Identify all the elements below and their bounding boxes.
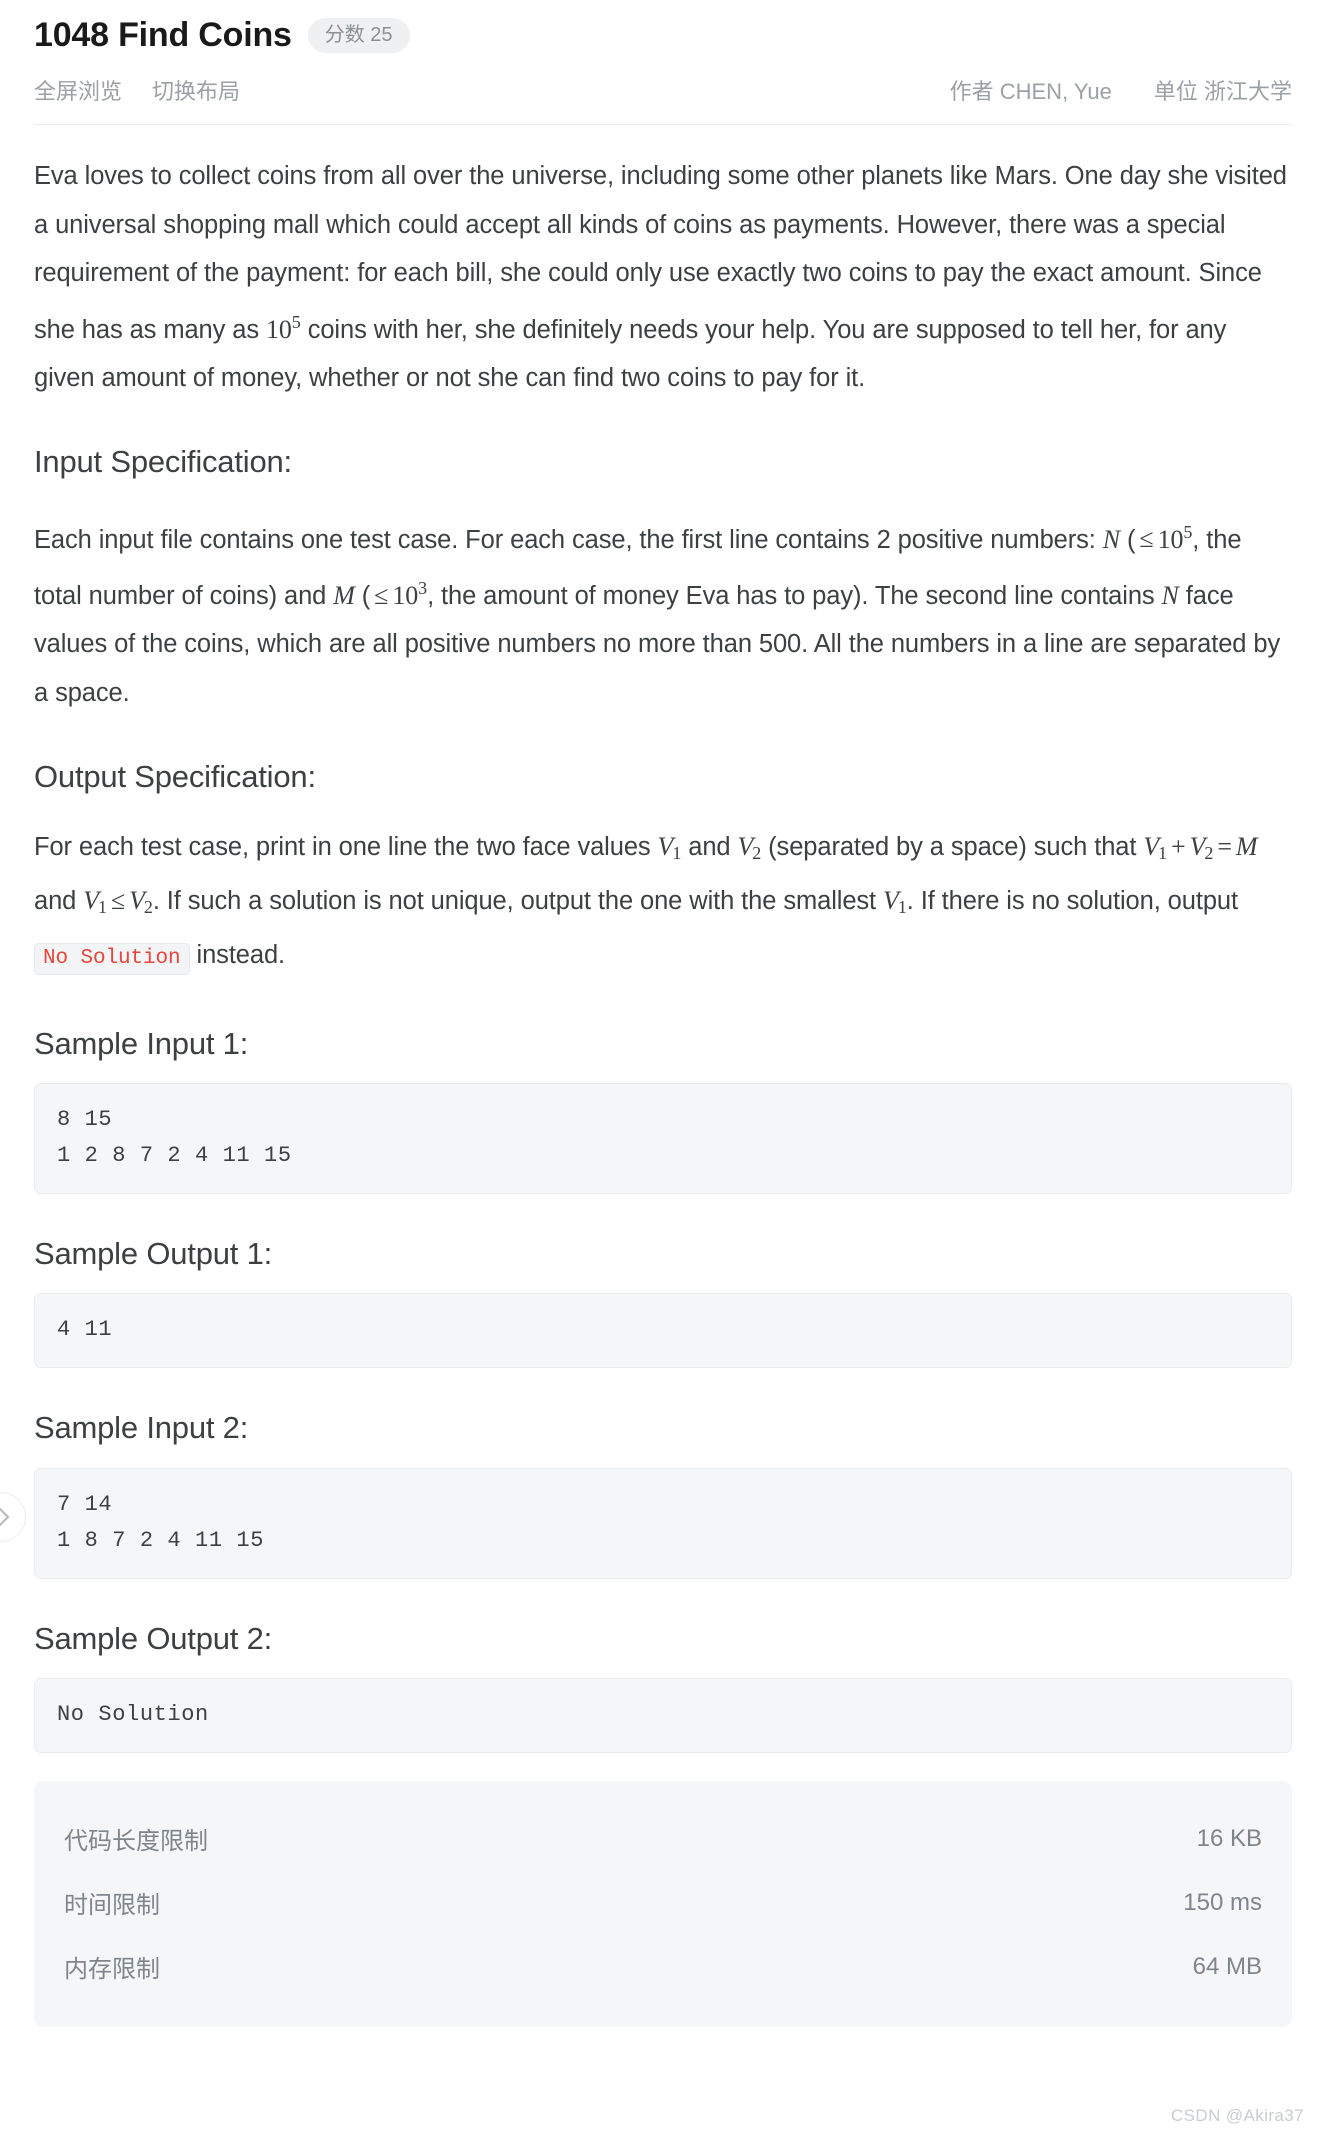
limit-row-time: 时间限制 150 ms <box>64 1871 1262 1935</box>
output-text-7: instead. <box>189 941 286 970</box>
output-text-6: . If there is no solution, output <box>906 887 1238 915</box>
math-var-n: N <box>1102 524 1121 554</box>
math-var-m-out: M <box>1235 831 1258 861</box>
math-base-2: 10 <box>392 580 419 610</box>
score-label: 分数 <box>324 23 365 46</box>
math-le-out: ≤ <box>110 886 126 915</box>
page-title: 1048 Find Coins <box>34 15 292 54</box>
output-text-5: . If such a solution is not unique, outp… <box>152 887 884 915</box>
sample-input-2-code: 7 14 1 8 7 2 4 11 15 <box>34 1467 1292 1579</box>
math-le-2: ≤ <box>374 580 389 610</box>
math-v2-sub-a: 2 <box>752 842 762 863</box>
math-var-n-2: N <box>1161 580 1179 610</box>
math-var-m: M <box>333 580 355 610</box>
page-header: 1048 Find Coins 分数 25 全屏浏览 切换布局 作者 CHEN,… <box>0 0 1326 118</box>
sample-output-1-code: 4 11 <box>34 1293 1292 1369</box>
organization-label: 单位 <box>1153 79 1198 104</box>
math-v2-sub-b: 2 <box>1204 842 1214 863</box>
limit-value-code-length: 16 KB <box>1196 1824 1262 1852</box>
description-paragraph: Eva loves to collect coins from all over… <box>34 152 1292 402</box>
author-label: 作者 <box>949 79 994 104</box>
output-text-4: and <box>34 887 84 915</box>
math-power-base: 10 <box>265 314 292 344</box>
math-v1-sub-c: 1 <box>98 896 107 917</box>
organization-name: 浙江大学 <box>1203 79 1292 104</box>
math-v1-a: V <box>657 831 674 861</box>
watermark: CSDN @Akira37 <box>1171 2106 1304 2125</box>
sample-output-2-code: No Solution <box>34 1677 1292 1753</box>
math-v1-c: V <box>83 886 100 915</box>
score-value: 25 <box>370 23 393 46</box>
math-equals: = <box>1217 831 1232 861</box>
input-specification-paragraph: Each input file contains one test case. … <box>34 508 1292 718</box>
limit-row-code-length: 代码长度限制 16 KB <box>64 1807 1262 1871</box>
output-specification-paragraph: For each test case, print in one line th… <box>34 823 1292 984</box>
meta-row: 全屏浏览 切换布局 作者 CHEN, Yue 单位 浙江大学 <box>34 62 1292 118</box>
math-exp-1: 5 <box>1183 521 1193 542</box>
output-text-3: (separated by a space) such that <box>761 832 1144 861</box>
input-specification-heading: Input Specification: <box>34 444 292 480</box>
math-v2-sub-c: 2 <box>143 896 153 917</box>
score-badge: 分数 25 <box>307 17 410 53</box>
math-v1-b: V <box>1143 831 1160 861</box>
limit-label-memory: 内存限制 <box>64 1956 160 1984</box>
math-v1-sub-b: 1 <box>1158 842 1168 863</box>
sample-output-1-heading: Sample Output 1: <box>34 1236 273 1272</box>
math-v1-sub-a: 1 <box>672 842 682 863</box>
chevron-right-icon <box>0 1506 13 1528</box>
limit-row-memory: 内存限制 64 MB <box>64 1935 1262 1999</box>
limit-label-code-length: 代码长度限制 <box>64 1828 208 1856</box>
math-v1-sub-d: 1 <box>897 896 907 917</box>
author-info: 作者 CHEN, Yue <box>950 74 1112 106</box>
limit-label-time: 时间限制 <box>64 1892 160 1920</box>
math-exp-2: 3 <box>418 577 428 598</box>
limits-panel: 代码长度限制 16 KB 时间限制 150 ms 内存限制 64 MB <box>34 1780 1292 2027</box>
math-power-exponent: 5 <box>291 311 301 332</box>
header-divider <box>34 124 1292 125</box>
limit-value-memory: 64 MB <box>1192 1952 1262 1980</box>
title-row: 1048 Find Coins 分数 25 <box>34 8 1292 62</box>
output-specification-heading: Output Specification: <box>34 759 316 795</box>
inline-code-no-solution: No Solution <box>34 943 190 976</box>
math-base-1: 10 <box>1157 524 1184 554</box>
sample-output-2-heading: Sample Output 2: <box>34 1620 273 1656</box>
math-v1-d: V <box>883 886 899 915</box>
sample-input-1-heading: Sample Input 1: <box>34 1025 249 1061</box>
output-text-1: For each test case, print in one line th… <box>34 832 658 861</box>
author-name: CHEN, Yue <box>999 79 1112 104</box>
problem-content: Eva loves to collect coins from all over… <box>0 152 1326 2027</box>
math-le-1: ≤ <box>1139 524 1154 554</box>
math-plus: + <box>1171 831 1186 861</box>
sample-input-2-heading: Sample Input 2: <box>34 1410 249 1446</box>
math-v2-c: V <box>129 886 145 915</box>
attribution: 作者 CHEN, Yue 单位 浙江大学 <box>950 74 1292 106</box>
organization-info: 单位 浙江大学 <box>1154 74 1292 106</box>
toggle-layout-link[interactable]: 切换布局 <box>152 74 240 106</box>
output-text-2: and <box>681 832 738 861</box>
math-v2-a: V <box>737 831 754 861</box>
input-text-1: Each input file contains one test case. … <box>34 525 1103 554</box>
fullscreen-browse-link[interactable]: 全屏浏览 <box>34 74 122 106</box>
limit-value-time: 150 ms <box>1183 1888 1262 1916</box>
input-text-2: ( <box>1120 525 1136 554</box>
view-options: 全屏浏览 切换布局 <box>34 74 240 106</box>
sample-input-1-code: 8 15 1 2 8 7 2 4 11 15 <box>34 1083 1292 1195</box>
input-text-5: , the amount of money Eva has to pay). T… <box>427 581 1162 610</box>
input-text-4: ( <box>354 581 371 610</box>
